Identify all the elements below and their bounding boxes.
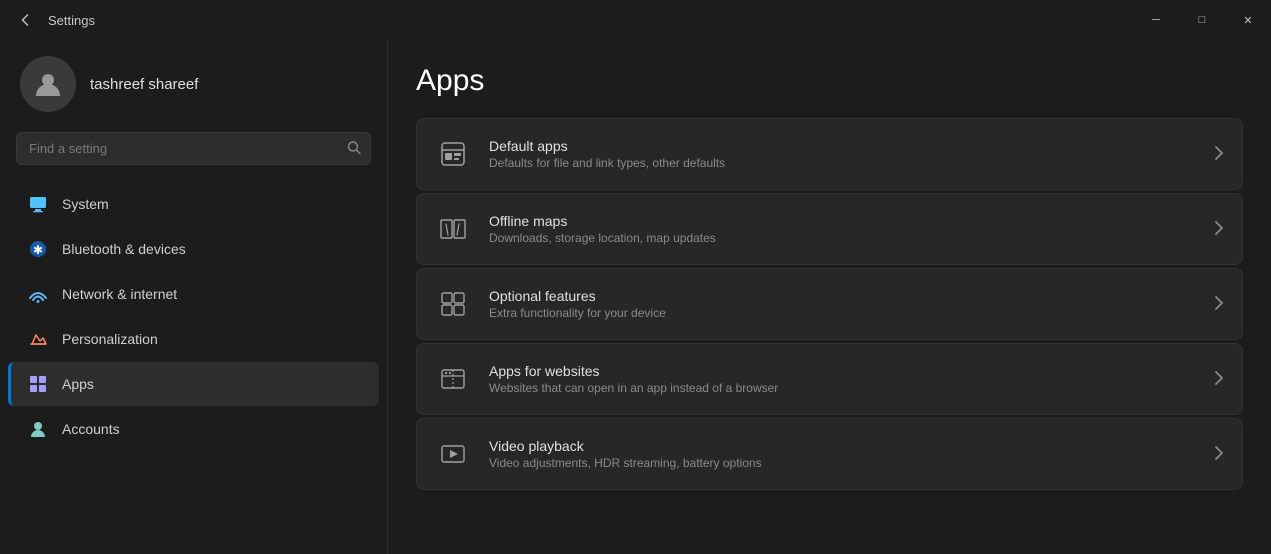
- page-title: Apps: [416, 64, 1243, 98]
- sidebar-item-personalization[interactable]: Personalization: [8, 317, 379, 361]
- content-area: Apps Default apps Defaults for file and …: [388, 40, 1271, 554]
- settings-item-apps-for-websites[interactable]: Apps for websites Websites that can open…: [416, 343, 1243, 415]
- sidebar-item-apps[interactable]: Apps: [8, 362, 379, 406]
- personalization-icon: [28, 329, 48, 349]
- bluetooth-icon: ✱: [28, 239, 48, 259]
- settings-list: Default apps Defaults for file and link …: [416, 118, 1243, 490]
- optional-features-chevron: [1214, 295, 1224, 314]
- svg-text:✱: ✱: [33, 243, 43, 257]
- video-playback-chevron: [1214, 445, 1224, 464]
- sidebar-item-label-accounts: Accounts: [62, 421, 120, 437]
- default-apps-desc: Defaults for file and link types, other …: [489, 156, 1196, 170]
- video-playback-text: Video playback Video adjustments, HDR st…: [489, 438, 1196, 470]
- offline-maps-icon: [435, 211, 471, 247]
- optional-features-title: Optional features: [489, 288, 1196, 304]
- sidebar-item-label-bluetooth: Bluetooth & devices: [62, 241, 186, 257]
- apps-for-websites-title: Apps for websites: [489, 363, 1196, 379]
- video-playback-desc: Video adjustments, HDR streaming, batter…: [489, 456, 1196, 470]
- settings-item-default-apps[interactable]: Default apps Defaults for file and link …: [416, 118, 1243, 190]
- sidebar-item-label-apps: Apps: [62, 376, 94, 392]
- apps-for-websites-chevron: [1214, 370, 1224, 389]
- titlebar: Settings ─ □ ✕: [0, 0, 1271, 40]
- minimize-button[interactable]: ─: [1133, 0, 1179, 40]
- apps-for-websites-desc: Websites that can open in an app instead…: [489, 381, 1196, 395]
- video-playback-icon: [435, 436, 471, 472]
- offline-maps-text: Offline maps Downloads, storage location…: [489, 213, 1196, 245]
- apps-icon: [28, 374, 48, 394]
- username: tashreef shareef: [90, 76, 198, 93]
- sidebar-item-label-network: Network & internet: [62, 286, 177, 302]
- settings-item-optional-features[interactable]: Optional features Extra functionality fo…: [416, 268, 1243, 340]
- sidebar-item-network[interactable]: Network & internet: [8, 272, 379, 316]
- default-apps-icon: [435, 136, 471, 172]
- sidebar-item-label-system: System: [62, 196, 109, 212]
- search-icon: [347, 140, 361, 157]
- settings-item-offline-maps[interactable]: Offline maps Downloads, storage location…: [416, 193, 1243, 265]
- network-icon: [28, 284, 48, 304]
- search-box: [16, 132, 371, 165]
- optional-features-icon: [435, 286, 471, 322]
- offline-maps-desc: Downloads, storage location, map updates: [489, 231, 1196, 245]
- optional-features-desc: Extra functionality for your device: [489, 306, 1196, 320]
- sidebar-item-label-personalization: Personalization: [62, 331, 158, 347]
- search-input[interactable]: [16, 132, 371, 165]
- sidebar-item-system[interactable]: System: [8, 182, 379, 226]
- default-apps-chevron: [1214, 145, 1224, 164]
- offline-maps-chevron: [1214, 220, 1224, 239]
- window-controls: ─ □ ✕: [1133, 0, 1271, 40]
- sidebar-item-bluetooth[interactable]: ✱ Bluetooth & devices: [8, 227, 379, 271]
- accounts-icon: [28, 419, 48, 439]
- apps-for-websites-text: Apps for websites Websites that can open…: [489, 363, 1196, 395]
- avatar: [20, 56, 76, 112]
- video-playback-title: Video playback: [489, 438, 1196, 454]
- system-icon: [28, 194, 48, 214]
- apps-for-websites-icon: [435, 361, 471, 397]
- sidebar: tashreef shareef: [0, 40, 388, 554]
- default-apps-title: Default apps: [489, 138, 1196, 154]
- main-layout: tashreef shareef: [0, 40, 1271, 554]
- titlebar-title: Settings: [48, 13, 95, 28]
- optional-features-text: Optional features Extra functionality fo…: [489, 288, 1196, 320]
- maximize-button[interactable]: □: [1179, 0, 1225, 40]
- nav-list: System ✱ Bluetooth & devices: [0, 177, 387, 554]
- sidebar-item-accounts[interactable]: Accounts: [8, 407, 379, 451]
- settings-item-video-playback[interactable]: Video playback Video adjustments, HDR st…: [416, 418, 1243, 490]
- user-profile: tashreef shareef: [0, 40, 387, 132]
- back-button[interactable]: [12, 6, 40, 34]
- close-button[interactable]: ✕: [1225, 0, 1271, 40]
- offline-maps-title: Offline maps: [489, 213, 1196, 229]
- default-apps-text: Default apps Defaults for file and link …: [489, 138, 1196, 170]
